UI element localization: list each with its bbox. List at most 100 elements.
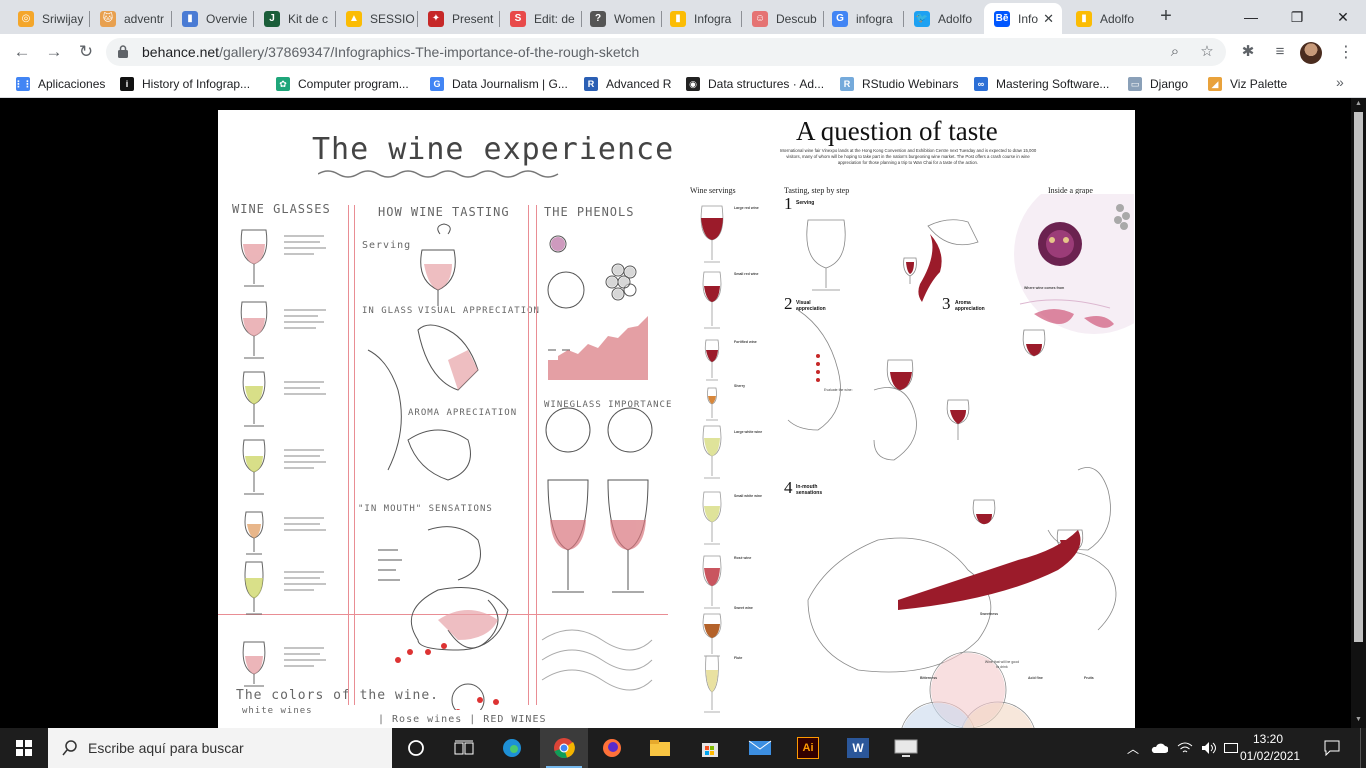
tab-favicon-icon: S [510, 10, 526, 27]
bookmark-label: Data structures · Ad... [708, 77, 825, 91]
wifi-icon[interactable] [1174, 728, 1196, 768]
bookmark-icon: ✿ [276, 77, 290, 91]
tab-7[interactable]: S Edit: de [500, 3, 582, 34]
media-control-icon[interactable]: ≡ [1270, 42, 1290, 62]
bookmark-label: Mastering Software... [996, 77, 1110, 91]
taskbar-search[interactable]: Escribe aquí para buscar [48, 728, 392, 768]
bookmark-item[interactable]: ⋮⋮ Aplicaciones [14, 75, 105, 93]
bookmark-item[interactable]: ◉ Data structures · Ad... [686, 75, 824, 93]
tab-label: adventr [124, 11, 165, 26]
tab-favicon-icon: ▮ [182, 10, 198, 27]
sketch-phenols-drawings [541, 235, 653, 691]
tab-favicon-icon: 🐱 [100, 10, 116, 27]
tab-close-icon[interactable]: ✕ [1043, 11, 1054, 27]
tab-favicon-icon: G [832, 10, 848, 27]
bookmark-icon: G [430, 77, 444, 91]
bookmark-star-icon[interactable]: ☆ [1198, 43, 1216, 61]
minimize-button[interactable]: — [1228, 4, 1274, 30]
tab-favicon-icon: ▲ [346, 10, 362, 27]
bookmark-item[interactable]: ▭ Django [1128, 75, 1188, 93]
bookmark-label: RStudio Webinars [862, 77, 959, 91]
start-button[interactable] [0, 728, 48, 768]
tab-12[interactable]: 🐦 Adolfo [904, 3, 986, 34]
system-clock[interactable]: 13:20 01/02/2021 [1240, 731, 1300, 765]
sketch-divider [348, 205, 349, 705]
evaluate-label: Evaluate the wine: [824, 388, 853, 392]
bookmark-item[interactable]: i History of Infograp... [120, 75, 250, 93]
tab-4[interactable]: J Kit de c [254, 3, 336, 34]
bookmark-icon: R [584, 77, 598, 91]
bookmark-item[interactable]: R Advanced R [584, 75, 671, 93]
bookmark-item[interactable]: ∞ Mastering Software... [974, 75, 1109, 93]
tab-13[interactable]: Bē Info ✕ [984, 3, 1062, 34]
volume-icon[interactable] [1198, 728, 1220, 768]
bookmark-icon: ◉ [686, 77, 700, 91]
sketch-tasting-drawings [367, 223, 509, 710]
sketch-rose-red: | Rose wines | RED WINES [378, 714, 547, 725]
word-icon[interactable]: W [834, 728, 882, 768]
back-button[interactable]: ← [10, 40, 34, 64]
task-view-icon[interactable] [440, 728, 488, 768]
tab-3[interactable]: ▮ Overvie [172, 3, 254, 34]
bookmark-icon: R [840, 77, 854, 91]
keyboard-language-icon[interactable] [1222, 728, 1240, 768]
tab-5[interactable]: ▲ SESSIO [336, 3, 418, 34]
bookmark-item[interactable]: R RStudio Webinars [840, 75, 959, 93]
bookmark-item[interactable]: ✿ Computer program... [276, 75, 409, 93]
mail-icon[interactable] [736, 728, 784, 768]
bookmark-item[interactable]: G Data Journalism | G... [430, 75, 568, 93]
zoom-icon[interactable]: ⌕ [1166, 43, 1184, 61]
tab-2[interactable]: 🐱 adventr [90, 3, 172, 34]
address-bar[interactable]: behance.net/gallery/37869347/Infographic… [106, 38, 1226, 66]
tab-14[interactable]: ▮ Adolfo [1066, 3, 1148, 34]
tab-8[interactable]: ? Women [580, 3, 662, 34]
edge-icon[interactable] [488, 728, 536, 768]
tab-10[interactable]: ☺ Descub [742, 3, 824, 34]
new-tab-button[interactable]: + [1156, 6, 1176, 26]
tab-1[interactable]: ◎ Sriwijay [8, 3, 90, 34]
lock-icon [118, 45, 128, 58]
bookmark-label: Django [1150, 77, 1189, 91]
scroll-up-icon[interactable]: ▲ [1354, 100, 1363, 107]
infographic-image: The wine experience WINE GLASSES HOW WIN… [218, 110, 1135, 728]
close-window-button[interactable]: ✕ [1320, 4, 1366, 30]
tab-9[interactable]: ▮ Infogra [660, 3, 742, 34]
bookmarks-overflow-icon[interactable]: » [1336, 74, 1344, 90]
store-icon[interactable] [686, 728, 734, 768]
page-scrollbar[interactable]: ▲ ▼ [1351, 98, 1366, 728]
tab-11[interactable]: Ginfogra [822, 3, 904, 34]
cortana-icon[interactable] [392, 728, 440, 768]
tab-label: Sriwijay [42, 11, 84, 26]
sketch-title: The wine experience [312, 132, 675, 167]
tab-label: Present [452, 11, 494, 26]
bitterness-label: Bitterness [920, 676, 938, 680]
notifications-icon[interactable] [1320, 728, 1344, 768]
scrollbar-thumb[interactable] [1354, 112, 1363, 642]
remote-desktop-icon[interactable] [882, 728, 930, 768]
bookmark-item[interactable]: ◢ Viz Palette [1208, 75, 1287, 93]
maximize-button[interactable]: ❐ [1274, 4, 1320, 30]
firefox-icon[interactable] [588, 728, 636, 768]
chrome-taskbar-icon[interactable] [540, 728, 588, 768]
bookmark-icon: ⋮⋮ [14, 77, 32, 91]
wine-servings-glasses [700, 205, 724, 713]
show-desktop-button[interactable] [1360, 728, 1366, 768]
browser-menu-icon[interactable]: ⋮ [1336, 42, 1356, 64]
tab-6[interactable]: ✦ Present [418, 3, 500, 34]
tab-favicon-icon: Bē [994, 10, 1010, 27]
bookmark-label: Viz Palette [1230, 77, 1288, 91]
sketch-divider [536, 205, 537, 705]
illustrator-icon[interactable]: Ai [784, 728, 832, 768]
onedrive-icon[interactable] [1148, 728, 1170, 768]
serving-label: Large red wine [734, 206, 759, 210]
file-explorer-icon[interactable] [636, 728, 684, 768]
infographic-title: A question of taste [796, 116, 998, 146]
scroll-down-icon[interactable]: ▼ [1354, 716, 1363, 723]
forward-button[interactable]: → [42, 40, 66, 64]
profile-avatar[interactable] [1300, 42, 1322, 64]
tab-label: Info [1018, 11, 1039, 26]
tray-overflow-icon[interactable]: ︿ [1124, 728, 1142, 768]
reload-button[interactable]: ↻ [74, 40, 98, 64]
sweetness-label: Sweetness [980, 612, 999, 616]
extensions-icon[interactable]: ✱ [1238, 42, 1258, 62]
